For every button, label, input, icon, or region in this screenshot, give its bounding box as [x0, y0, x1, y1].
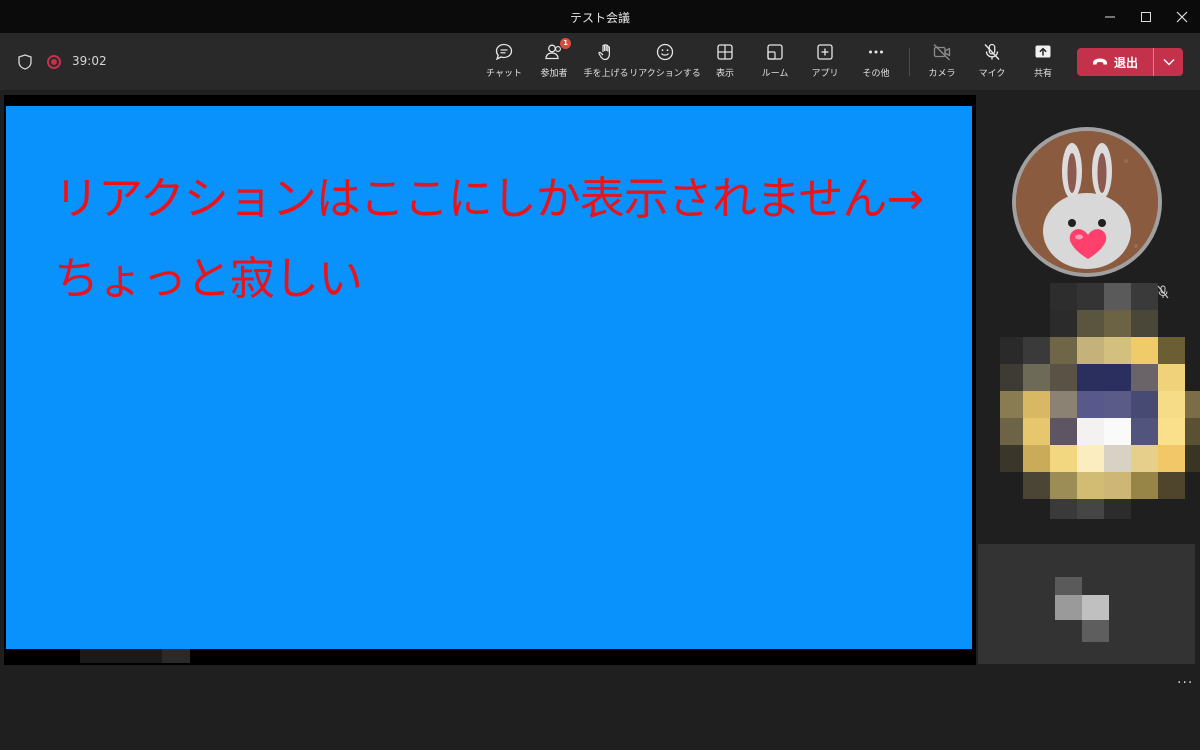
more-button[interactable]: その他	[851, 41, 901, 85]
annotation-text-line2: ちょっと寂しい	[54, 252, 363, 305]
maximize-button[interactable]	[1128, 0, 1164, 34]
minimize-button[interactable]	[1092, 0, 1128, 34]
camera-button[interactable]: カメラ	[917, 41, 967, 85]
chevron-down-icon	[1163, 59, 1174, 66]
recording-icon	[47, 55, 61, 69]
rooms-button[interactable]: ルーム	[750, 41, 800, 85]
share-icon	[1035, 45, 1051, 58]
chat-button[interactable]: チャット	[479, 41, 529, 85]
chat-label: チャット	[486, 69, 522, 79]
shield-icon[interactable]	[18, 54, 32, 70]
plus-box-icon	[817, 44, 833, 60]
camera-off-icon	[933, 44, 951, 61]
close-button[interactable]	[1164, 0, 1200, 34]
hand-icon	[598, 44, 610, 61]
annotation-text-line1: リアクションはここにしか表示されません→	[54, 172, 924, 225]
participants-badge: 1	[560, 38, 571, 49]
view-button[interactable]: 表示	[700, 41, 750, 85]
rooms-label: ルーム	[761, 69, 789, 79]
close-icon	[1176, 11, 1188, 23]
view-label: 表示	[715, 69, 734, 79]
window-title: テスト会議	[569, 11, 630, 25]
panel-more-options-icon[interactable]: ···	[1177, 675, 1193, 691]
participant-avatar[interactable]	[1012, 127, 1162, 277]
participants-label: 参加者	[540, 69, 568, 79]
mic-button[interactable]: マイク	[967, 41, 1017, 85]
leave-button[interactable]: 退出	[1077, 48, 1153, 76]
participants-panel	[978, 95, 1200, 665]
participants-button[interactable]: 1 参加者	[529, 38, 579, 85]
meeting-timer: 39:02	[72, 54, 107, 68]
apps-button[interactable]: アプリ	[800, 41, 850, 85]
leave-label: 退出	[1113, 55, 1138, 70]
bottom-area	[0, 665, 1200, 750]
camera-label: カメラ	[928, 69, 956, 79]
ellipsis-icon	[869, 50, 883, 54]
minimize-icon	[1105, 16, 1115, 18]
mic-label: マイク	[978, 69, 1006, 79]
shared-screen-stage: リアクションはここにしか表示されません→ ちょっと寂しい	[4, 95, 976, 665]
shared-screen-footer-block	[162, 649, 190, 663]
participant-tile[interactable]	[978, 544, 1195, 664]
more-label: その他	[862, 69, 890, 79]
grid-icon	[717, 44, 733, 60]
meeting-toolbar: 39:02 チャット 1 参加者 手を上げる リアクションする 表示 ルーム ア…	[0, 34, 1200, 90]
mic-off-icon	[984, 43, 1000, 60]
chat-icon	[495, 43, 513, 61]
share-button[interactable]: 共有	[1018, 41, 1068, 85]
shared-screen-content: リアクションはここにしか表示されません→ ちょっと寂しい	[6, 106, 972, 649]
raise-hand-button[interactable]: 手を上げる	[581, 41, 631, 85]
maximize-icon	[1141, 12, 1151, 22]
participant-video-pixelated	[1055, 577, 1109, 642]
reactions-label: リアクションする	[629, 69, 701, 79]
rooms-icon	[767, 44, 783, 60]
shared-screen-footer-block	[80, 649, 164, 663]
share-label: 共有	[1033, 69, 1052, 79]
raise-hand-label: 手を上げる	[583, 69, 629, 79]
leave-options-button[interactable]	[1154, 48, 1183, 76]
smiley-icon	[656, 43, 674, 61]
leave-button-group: 退出	[1077, 48, 1183, 76]
reactions-button[interactable]: リアクションする	[629, 41, 701, 85]
participant-video-pixelated	[1000, 283, 1200, 519]
toolbar-divider	[909, 48, 910, 76]
apps-label: アプリ	[811, 69, 839, 79]
phone-hangup-icon	[1092, 58, 1107, 65]
rabbit-avatar-image	[1016, 131, 1158, 273]
participant-muted-icon	[1157, 285, 1169, 299]
title-bar: テスト会議	[0, 0, 1200, 34]
